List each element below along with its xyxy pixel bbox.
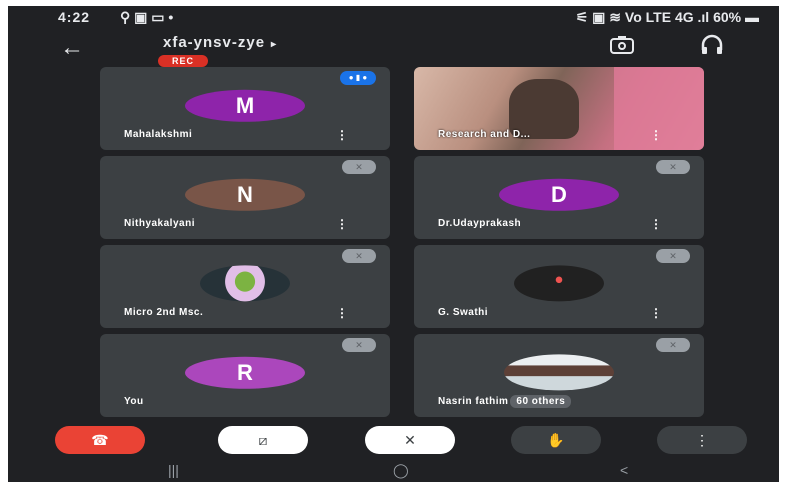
more-options-icon[interactable]: ⋮: [650, 217, 662, 231]
avatar: M: [185, 89, 305, 122]
system-indicators: ⚟ ▣ ≋ Vo LTE 4G .ıl 60% ▬: [576, 9, 759, 26]
clock: 4:22: [58, 9, 91, 25]
mic-off-icon: ✕: [342, 249, 376, 263]
battery-icon: ▬: [745, 9, 759, 25]
participant-tile[interactable]: ✕ Micro 2nd Msc. ⋮: [100, 245, 390, 328]
mic-off-icon: ✕: [404, 432, 416, 448]
participant-name: Mahalakshmi: [124, 129, 193, 140]
more-options-button[interactable]: ⋮: [657, 426, 747, 454]
speaking-indicator-icon: ● ▮ ●: [340, 71, 376, 85]
participant-tile[interactable]: ✕ G. Swathi ⋮: [414, 245, 704, 328]
phone-hangup-icon: ☎: [91, 432, 109, 448]
camera-toggle-button[interactable]: ⧄: [218, 426, 308, 454]
recording-badge: REC: [158, 55, 209, 67]
participant-name: You: [124, 396, 144, 407]
participant-name: Nithyakalyani: [124, 218, 195, 229]
avatar: R: [185, 356, 305, 389]
notification-icons: ⚲ ▣ ▭ •: [120, 9, 174, 25]
raise-hand-button[interactable]: ✋: [511, 426, 601, 454]
profile-photo: [514, 264, 604, 301]
participant-name: Research and D...: [438, 129, 531, 140]
meeting-code-text: xfa-ynsv-zye: [163, 34, 266, 51]
others-count[interactable]: 60 others: [510, 395, 572, 408]
phone-screen: 4:22 ⚲ ▣ ▭ • ⚟ ▣ ≋ Vo LTE 4G .ıl 60% ▬ ←…: [8, 6, 779, 482]
more-vertical-icon: ⋮: [695, 432, 709, 448]
profile-photo: [200, 264, 290, 301]
system-nav-bar: ||| ◯ <: [8, 462, 779, 482]
recents-button[interactable]: |||: [168, 462, 179, 478]
call-controls: ☎ ⧄ ✕ ✋ ⋮: [8, 422, 779, 458]
home-button[interactable]: ◯: [393, 462, 409, 479]
participant-tile[interactable]: R ✕ You: [100, 334, 390, 417]
more-options-icon[interactable]: ⋮: [336, 306, 348, 320]
meeting-code[interactable]: xfa-ynsv-zye ▸: [163, 34, 277, 51]
mic-off-icon: ✕: [342, 160, 376, 174]
participant-name: Dr.Udayprakash: [438, 218, 522, 229]
participant-name-text: Nasrin fathim: [438, 396, 509, 407]
participant-tile[interactable]: N ✕ Nithyakalyani ⋮: [100, 156, 390, 239]
participant-tile[interactable]: Research and D... ⋮: [414, 67, 704, 150]
participant-tile[interactable]: ✕ Nasrin fathim 60 others: [414, 334, 704, 417]
mic-off-icon: ✕: [656, 249, 690, 263]
signal-icons: ⚟ ▣ ≋ Vo LTE 4G .ıl: [575, 9, 710, 25]
mic-off-icon: ✕: [656, 338, 690, 352]
more-options-icon[interactable]: ⋮: [336, 217, 348, 231]
mic-off-icon: ✕: [342, 338, 376, 352]
mic-toggle-button[interactable]: ✕: [365, 426, 455, 454]
meeting-header: ← xfa-ynsv-zye ▸ REC: [8, 30, 779, 70]
back-arrow-icon[interactable]: ←: [60, 34, 84, 62]
more-options-icon[interactable]: ⋮: [650, 128, 662, 142]
end-call-button[interactable]: ☎: [55, 426, 145, 454]
avatar: N: [185, 178, 305, 211]
back-button[interactable]: <: [620, 462, 628, 478]
mic-off-icon: ✕: [656, 160, 690, 174]
headphones-icon[interactable]: [698, 34, 726, 60]
participant-name: G. Swathi: [438, 307, 489, 318]
profile-photo: [504, 353, 614, 390]
more-options-icon[interactable]: ⋮: [336, 128, 348, 142]
battery-level: 60%: [713, 9, 742, 25]
participant-tile[interactable]: M ● ▮ ● Mahalakshmi ⋮: [100, 67, 390, 150]
participant-tile[interactable]: D ✕ Dr.Udayprakash ⋮: [414, 156, 704, 239]
more-options-icon[interactable]: ⋮: [650, 306, 662, 320]
raise-hand-icon: ✋: [547, 432, 565, 448]
avatar: D: [499, 178, 619, 211]
status-bar: 4:22 ⚲ ▣ ▭ • ⚟ ▣ ≋ Vo LTE 4G .ıl 60% ▬: [8, 6, 779, 28]
camera-off-icon: ⧄: [258, 432, 268, 448]
meeting-info-arrow-icon: ▸: [271, 39, 278, 50]
participant-name: Micro 2nd Msc.: [124, 307, 204, 318]
participant-name: Nasrin fathim 60 others: [438, 395, 572, 408]
switch-camera-icon[interactable]: [608, 34, 636, 60]
